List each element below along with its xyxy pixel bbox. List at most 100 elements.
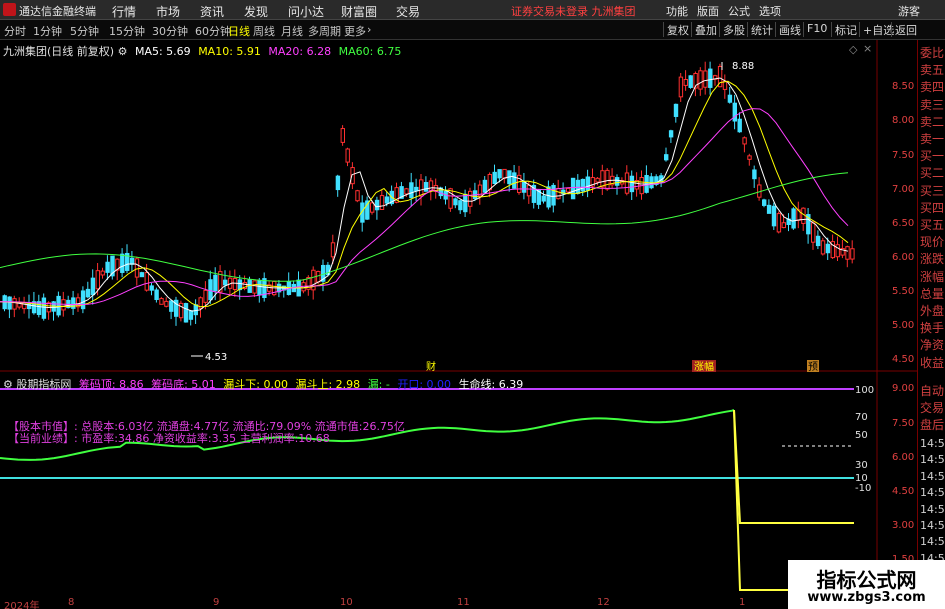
side-panel-time: 14:56 xyxy=(920,535,945,549)
mark-button[interactable]: 标记 xyxy=(831,22,860,37)
side-panel-item[interactable]: 净资 xyxy=(920,336,944,353)
side-panel-item[interactable]: 涨幅 xyxy=(920,268,944,285)
tab-60min[interactable]: 60分钟 xyxy=(195,23,231,39)
candle-body xyxy=(585,176,590,191)
candle-body xyxy=(384,196,390,204)
low-price-label: 4.53 xyxy=(205,352,227,363)
back-button[interactable]: 返回 xyxy=(891,22,920,37)
menu-layout[interactable]: 版面 xyxy=(697,3,719,19)
candle-body xyxy=(188,310,194,320)
indicator-field: 筹码顶: 8.86 xyxy=(78,378,144,391)
indicator-header: ⚙ 股期指标网 筹码顶: 8.86 筹码底: 5.01 漏斗下: 0.00 漏斗… xyxy=(3,376,523,392)
side-panel-item[interactable]: 委比 xyxy=(920,44,944,61)
candle-body xyxy=(595,177,600,183)
moving-average-lines xyxy=(0,77,849,312)
tab-intraday[interactable]: 分时 xyxy=(4,23,26,39)
side-panel-item[interactable]: 卖四 xyxy=(920,78,944,95)
side-panel-item[interactable]: 外盘 xyxy=(920,302,944,319)
tab-more[interactable]: 更多 xyxy=(344,23,366,39)
tab-30min[interactable]: 30分钟 xyxy=(152,23,188,39)
candle-body xyxy=(100,270,105,276)
side-panel-item[interactable]: 自动 xyxy=(920,382,944,399)
side-panel-item[interactable]: 盘后 xyxy=(920,416,944,433)
side-panel-item[interactable]: 买三 xyxy=(920,182,944,199)
kline-chart[interactable]: 8.88 4.53 财 涨幅 预 8.50 8.00 7.50 7.00 6.5… xyxy=(0,40,917,597)
chevron-right-icon[interactable]: › xyxy=(367,23,371,36)
tab-weekly[interactable]: 周线 xyxy=(253,23,275,39)
menu-trade[interactable]: 交易 xyxy=(396,3,420,20)
tab-5min[interactable]: 5分钟 xyxy=(70,23,99,39)
menu-wealth-circle[interactable]: 财富圈 xyxy=(341,3,377,20)
side-panel-item[interactable]: 买一 xyxy=(920,147,944,164)
side-panel-item[interactable]: 买二 xyxy=(920,164,944,181)
side-panel-item[interactable]: 买五 xyxy=(920,216,944,233)
side-panel-item[interactable]: 卖二 xyxy=(920,113,944,130)
multi-stock-button[interactable]: 多股 xyxy=(719,22,748,37)
side-panel-item[interactable]: 卖一 xyxy=(920,130,944,147)
candle-body xyxy=(605,169,610,190)
candle-body xyxy=(404,188,409,195)
candle-body xyxy=(183,303,189,323)
candle-body xyxy=(41,297,47,319)
side-panel-time: 14:56 xyxy=(920,469,945,483)
side-panel-item[interactable]: 换手 xyxy=(920,319,944,336)
tab-daily[interactable]: 日线 xyxy=(228,23,250,39)
side-panel-item[interactable]: 涨跌 xyxy=(920,250,944,267)
menu-discover[interactable]: 发现 xyxy=(244,3,268,20)
candle-body xyxy=(502,168,507,179)
candle-body xyxy=(149,285,154,291)
quote-side-panel: 委比 卖五 卖四 卖三 卖二 卖一 买一 买二 买三 买四 买五 现价 涨跌 涨幅 总量 外盘 换手 净资 收益自动… xyxy=(917,40,945,609)
overlay-button[interactable]: 叠加 xyxy=(691,22,720,37)
adjust-button[interactable]: 复权 xyxy=(663,22,692,37)
indicator-field: 开口: 0.00 xyxy=(397,378,452,391)
statistics-button[interactable]: 统计 xyxy=(747,22,776,37)
candle-body xyxy=(345,148,350,163)
menu-assistant[interactable]: 问小达 xyxy=(288,3,324,20)
settings-icon[interactable]: ⚙ xyxy=(3,378,13,391)
f10-button[interactable]: F10 xyxy=(803,22,830,37)
candle-body xyxy=(747,155,752,160)
candle-body xyxy=(252,280,257,294)
tab-1min[interactable]: 1分钟 xyxy=(33,23,62,39)
event-marker-finance[interactable]: 财 xyxy=(426,360,436,373)
side-panel-time: 14:56 xyxy=(920,519,945,532)
candle-body xyxy=(379,195,385,210)
candle-body xyxy=(742,137,747,145)
tab-multi-period[interactable]: 多周期 xyxy=(308,23,341,39)
indicator-right-tick: 4.50 xyxy=(892,486,914,497)
side-panel-item[interactable]: 卖三 xyxy=(920,96,944,113)
menu-news[interactable]: 资讯 xyxy=(200,3,224,20)
indicator-name[interactable]: 股期指标网 xyxy=(16,378,71,391)
candle-body xyxy=(335,175,341,191)
menu-market[interactable]: 市场 xyxy=(156,3,180,20)
menu-formula[interactable]: 公式 xyxy=(728,3,750,19)
ma10-label: MA10: 5.91 xyxy=(198,45,261,58)
candle-body xyxy=(526,184,532,197)
chart-settings-icon[interactable]: ◇ xyxy=(849,43,857,56)
draw-line-button[interactable]: 画线 xyxy=(775,22,804,37)
tab-monthly[interactable]: 月线 xyxy=(281,23,303,39)
side-panel-item[interactable]: 收益 xyxy=(920,354,944,371)
event-marker-rise[interactable]: 涨幅 xyxy=(694,360,714,373)
guest-login[interactable]: 游客 xyxy=(898,3,920,19)
close-icon[interactable]: × xyxy=(863,42,872,55)
menu-function[interactable]: 功能 xyxy=(666,3,688,19)
side-panel-item[interactable]: 总量 xyxy=(920,285,944,302)
side-panel-item[interactable]: 交易 xyxy=(920,399,944,416)
side-panel-time: 14:56 xyxy=(920,437,945,450)
event-marker-forecast[interactable]: 预 xyxy=(808,361,818,373)
settings-icon[interactable]: ⚙ xyxy=(118,45,128,58)
menu-options[interactable]: 选项 xyxy=(759,3,781,19)
candle-body xyxy=(468,190,473,207)
stock-title[interactable]: 九洲集团(日线 前复权) xyxy=(3,45,114,58)
candle-body xyxy=(71,297,76,309)
tab-15min[interactable]: 15分钟 xyxy=(109,23,145,39)
side-panel-item[interactable]: 买四 xyxy=(920,199,944,216)
app-logo-icon xyxy=(3,3,16,16)
candle-body xyxy=(762,199,767,206)
menu-market-quotes[interactable]: 行情 xyxy=(112,3,136,20)
side-panel-item[interactable]: 现价 xyxy=(920,233,944,250)
candle-body xyxy=(815,235,821,247)
indicator-field: 生命线: 6.39 xyxy=(458,378,524,391)
side-panel-item[interactable]: 卖五 xyxy=(920,61,944,78)
